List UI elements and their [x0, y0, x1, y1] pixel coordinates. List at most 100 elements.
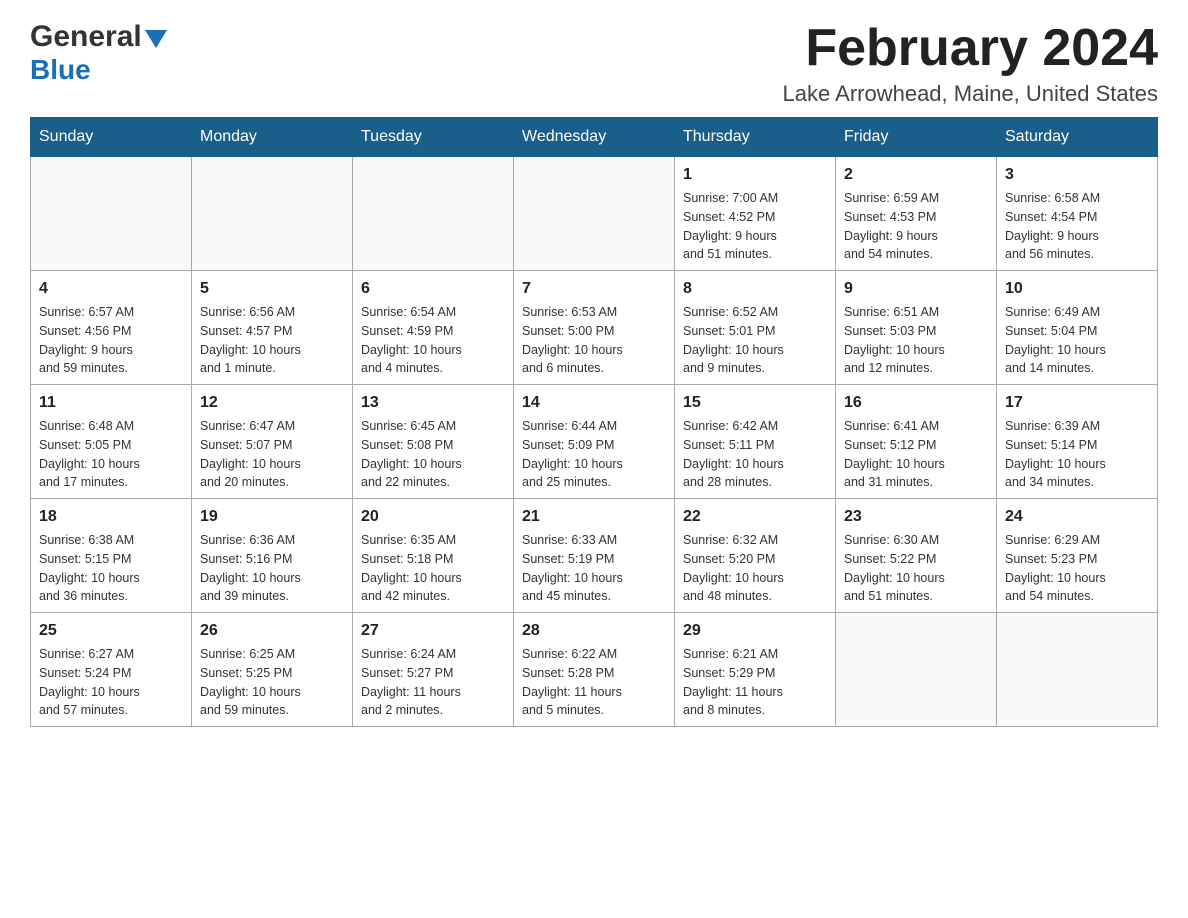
calendar-week-row: 25Sunrise: 6:27 AM Sunset: 5:24 PM Dayli… — [31, 613, 1158, 727]
calendar-day-cell — [353, 157, 514, 271]
calendar-table: SundayMondayTuesdayWednesdayThursdayFrid… — [30, 117, 1158, 727]
calendar-day-cell: 13Sunrise: 6:45 AM Sunset: 5:08 PM Dayli… — [353, 385, 514, 499]
calendar-day-header: Monday — [192, 118, 353, 157]
calendar-day-cell — [31, 157, 192, 271]
calendar-day-cell: 26Sunrise: 6:25 AM Sunset: 5:25 PM Dayli… — [192, 613, 353, 727]
day-info: Sunrise: 6:25 AM Sunset: 5:25 PM Dayligh… — [200, 645, 344, 720]
calendar-day-header: Thursday — [675, 118, 836, 157]
calendar-day-cell: 19Sunrise: 6:36 AM Sunset: 5:16 PM Dayli… — [192, 499, 353, 613]
calendar-day-cell: 24Sunrise: 6:29 AM Sunset: 5:23 PM Dayli… — [997, 499, 1158, 613]
day-number: 15 — [683, 391, 827, 415]
day-number: 26 — [200, 619, 344, 643]
day-info: Sunrise: 6:44 AM Sunset: 5:09 PM Dayligh… — [522, 417, 666, 492]
calendar-week-row: 1Sunrise: 7:00 AM Sunset: 4:52 PM Daylig… — [31, 157, 1158, 271]
day-info: Sunrise: 6:57 AM Sunset: 4:56 PM Dayligh… — [39, 303, 183, 378]
calendar-day-cell — [192, 157, 353, 271]
day-info: Sunrise: 6:59 AM Sunset: 4:53 PM Dayligh… — [844, 189, 988, 264]
calendar-week-row: 11Sunrise: 6:48 AM Sunset: 5:05 PM Dayli… — [31, 385, 1158, 499]
calendar-day-cell: 9Sunrise: 6:51 AM Sunset: 5:03 PM Daylig… — [836, 271, 997, 385]
day-info: Sunrise: 6:35 AM Sunset: 5:18 PM Dayligh… — [361, 531, 505, 606]
calendar-day-cell: 11Sunrise: 6:48 AM Sunset: 5:05 PM Dayli… — [31, 385, 192, 499]
calendar-day-cell: 18Sunrise: 6:38 AM Sunset: 5:15 PM Dayli… — [31, 499, 192, 613]
day-info: Sunrise: 6:30 AM Sunset: 5:22 PM Dayligh… — [844, 531, 988, 606]
calendar-day-cell: 22Sunrise: 6:32 AM Sunset: 5:20 PM Dayli… — [675, 499, 836, 613]
calendar-day-cell: 28Sunrise: 6:22 AM Sunset: 5:28 PM Dayli… — [514, 613, 675, 727]
page-header: General Blue February 2024 Lake Arrowhea… — [30, 20, 1158, 107]
calendar-day-cell: 14Sunrise: 6:44 AM Sunset: 5:09 PM Dayli… — [514, 385, 675, 499]
calendar-header-row: SundayMondayTuesdayWednesdayThursdayFrid… — [31, 118, 1158, 157]
day-info: Sunrise: 6:48 AM Sunset: 5:05 PM Dayligh… — [39, 417, 183, 492]
day-info: Sunrise: 6:41 AM Sunset: 5:12 PM Dayligh… — [844, 417, 988, 492]
day-info: Sunrise: 6:54 AM Sunset: 4:59 PM Dayligh… — [361, 303, 505, 378]
day-info: Sunrise: 6:49 AM Sunset: 5:04 PM Dayligh… — [1005, 303, 1149, 378]
calendar-day-header: Wednesday — [514, 118, 675, 157]
calendar-day-header: Saturday — [997, 118, 1158, 157]
logo-blue-text: Blue — [30, 54, 91, 86]
calendar-day-cell: 21Sunrise: 6:33 AM Sunset: 5:19 PM Dayli… — [514, 499, 675, 613]
day-number: 7 — [522, 277, 666, 301]
day-number: 10 — [1005, 277, 1149, 301]
day-info: Sunrise: 6:32 AM Sunset: 5:20 PM Dayligh… — [683, 531, 827, 606]
day-number: 6 — [361, 277, 505, 301]
day-number: 29 — [683, 619, 827, 643]
calendar-day-cell: 15Sunrise: 6:42 AM Sunset: 5:11 PM Dayli… — [675, 385, 836, 499]
day-info: Sunrise: 6:22 AM Sunset: 5:28 PM Dayligh… — [522, 645, 666, 720]
day-number: 3 — [1005, 163, 1149, 187]
day-info: Sunrise: 6:47 AM Sunset: 5:07 PM Dayligh… — [200, 417, 344, 492]
calendar-day-cell: 5Sunrise: 6:56 AM Sunset: 4:57 PM Daylig… — [192, 271, 353, 385]
calendar-day-cell — [836, 613, 997, 727]
day-info: Sunrise: 6:24 AM Sunset: 5:27 PM Dayligh… — [361, 645, 505, 720]
calendar-day-cell: 4Sunrise: 6:57 AM Sunset: 4:56 PM Daylig… — [31, 271, 192, 385]
logo-triangle-icon — [145, 30, 167, 48]
day-number: 16 — [844, 391, 988, 415]
day-info: Sunrise: 6:42 AM Sunset: 5:11 PM Dayligh… — [683, 417, 827, 492]
calendar-day-header: Sunday — [31, 118, 192, 157]
title-section: February 2024 Lake Arrowhead, Maine, Uni… — [783, 20, 1158, 107]
day-number: 11 — [39, 391, 183, 415]
day-number: 1 — [683, 163, 827, 187]
calendar-day-cell: 10Sunrise: 6:49 AM Sunset: 5:04 PM Dayli… — [997, 271, 1158, 385]
day-number: 4 — [39, 277, 183, 301]
day-number: 28 — [522, 619, 666, 643]
calendar-week-row: 4Sunrise: 6:57 AM Sunset: 4:56 PM Daylig… — [31, 271, 1158, 385]
logo: General Blue — [30, 20, 167, 86]
day-info: Sunrise: 6:29 AM Sunset: 5:23 PM Dayligh… — [1005, 531, 1149, 606]
calendar-day-cell: 23Sunrise: 6:30 AM Sunset: 5:22 PM Dayli… — [836, 499, 997, 613]
month-title: February 2024 — [783, 20, 1158, 77]
day-info: Sunrise: 6:38 AM Sunset: 5:15 PM Dayligh… — [39, 531, 183, 606]
day-number: 25 — [39, 619, 183, 643]
day-info: Sunrise: 6:33 AM Sunset: 5:19 PM Dayligh… — [522, 531, 666, 606]
day-number: 14 — [522, 391, 666, 415]
day-number: 19 — [200, 505, 344, 529]
day-info: Sunrise: 6:52 AM Sunset: 5:01 PM Dayligh… — [683, 303, 827, 378]
calendar-day-cell: 6Sunrise: 6:54 AM Sunset: 4:59 PM Daylig… — [353, 271, 514, 385]
day-info: Sunrise: 6:39 AM Sunset: 5:14 PM Dayligh… — [1005, 417, 1149, 492]
day-info: Sunrise: 7:00 AM Sunset: 4:52 PM Dayligh… — [683, 189, 827, 264]
location-title: Lake Arrowhead, Maine, United States — [783, 81, 1158, 107]
day-number: 21 — [522, 505, 666, 529]
calendar-day-cell: 16Sunrise: 6:41 AM Sunset: 5:12 PM Dayli… — [836, 385, 997, 499]
calendar-day-cell: 29Sunrise: 6:21 AM Sunset: 5:29 PM Dayli… — [675, 613, 836, 727]
day-info: Sunrise: 6:56 AM Sunset: 4:57 PM Dayligh… — [200, 303, 344, 378]
calendar-day-cell: 12Sunrise: 6:47 AM Sunset: 5:07 PM Dayli… — [192, 385, 353, 499]
calendar-day-cell: 7Sunrise: 6:53 AM Sunset: 5:00 PM Daylig… — [514, 271, 675, 385]
calendar-day-cell: 20Sunrise: 6:35 AM Sunset: 5:18 PM Dayli… — [353, 499, 514, 613]
day-number: 2 — [844, 163, 988, 187]
day-number: 22 — [683, 505, 827, 529]
day-number: 8 — [683, 277, 827, 301]
day-number: 12 — [200, 391, 344, 415]
day-number: 5 — [200, 277, 344, 301]
calendar-day-cell: 1Sunrise: 7:00 AM Sunset: 4:52 PM Daylig… — [675, 157, 836, 271]
calendar-day-cell: 25Sunrise: 6:27 AM Sunset: 5:24 PM Dayli… — [31, 613, 192, 727]
day-number: 24 — [1005, 505, 1149, 529]
calendar-week-row: 18Sunrise: 6:38 AM Sunset: 5:15 PM Dayli… — [31, 499, 1158, 613]
day-info: Sunrise: 6:21 AM Sunset: 5:29 PM Dayligh… — [683, 645, 827, 720]
logo-general-text: General — [30, 20, 142, 54]
day-info: Sunrise: 6:45 AM Sunset: 5:08 PM Dayligh… — [361, 417, 505, 492]
day-info: Sunrise: 6:51 AM Sunset: 5:03 PM Dayligh… — [844, 303, 988, 378]
day-info: Sunrise: 6:27 AM Sunset: 5:24 PM Dayligh… — [39, 645, 183, 720]
day-number: 17 — [1005, 391, 1149, 415]
calendar-day-cell: 8Sunrise: 6:52 AM Sunset: 5:01 PM Daylig… — [675, 271, 836, 385]
day-number: 13 — [361, 391, 505, 415]
calendar-day-cell: 2Sunrise: 6:59 AM Sunset: 4:53 PM Daylig… — [836, 157, 997, 271]
